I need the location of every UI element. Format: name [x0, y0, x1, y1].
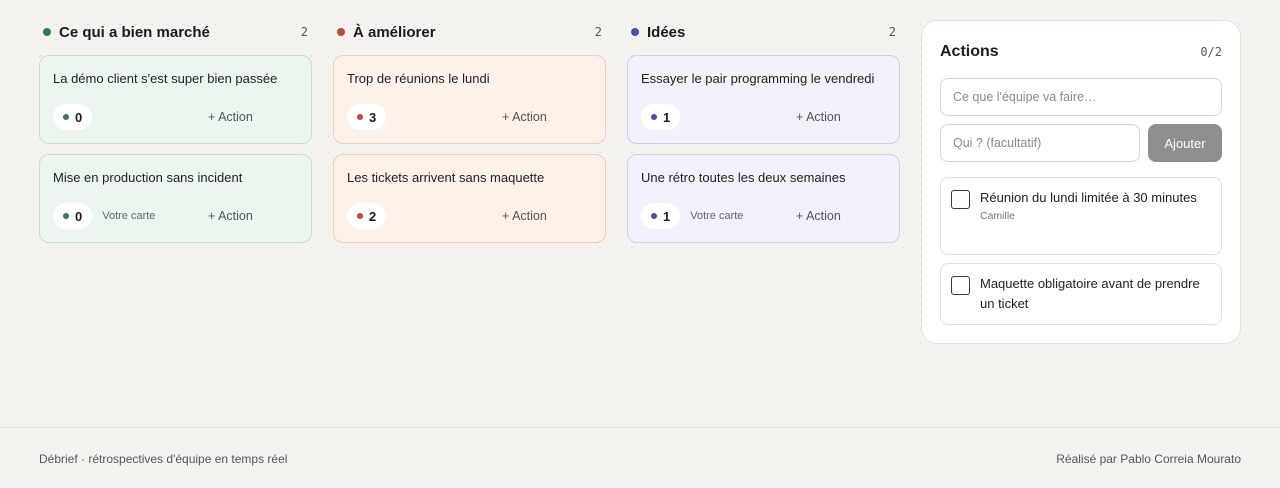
action-owner: Camille — [980, 210, 1016, 222]
add-action-button[interactable]: + Action — [796, 209, 841, 223]
vote-dot-icon — [651, 213, 657, 219]
vote-button[interactable]: 1 — [641, 104, 681, 130]
actions-title: Actions — [940, 43, 999, 60]
action-text: Maquette obligatoire avant de prendre un… — [980, 276, 1200, 311]
action-checkbox[interactable] — [951, 190, 970, 209]
vote-dot-icon — [651, 114, 657, 120]
action-item: Réunion du lundi limitée à 30 minutes Ca… — [940, 177, 1222, 255]
action-item: Maquette obligatoire avant de prendre un… — [940, 263, 1222, 325]
vote-dot-icon — [357, 213, 363, 219]
add-action-submit-button[interactable]: Ajouter — [1148, 124, 1222, 162]
vote-count: 2 — [369, 208, 377, 224]
column-count: 2 — [594, 25, 602, 39]
add-action-button[interactable]: + Action — [208, 209, 253, 223]
vote-dot-icon — [63, 114, 69, 120]
add-action-button[interactable]: + Action — [208, 110, 253, 124]
card-text: Trop de réunions le lundi — [347, 71, 490, 86]
vote-button[interactable]: 0 — [53, 203, 93, 229]
actions-panel: Actions 0/2 Ajouter Réunion du lundi lim… — [921, 20, 1241, 344]
vote-count: 1 — [663, 208, 671, 224]
card-text: Une rétro toutes les deux semaines — [641, 170, 846, 185]
column-title: À améliorer — [353, 23, 436, 41]
retro-card[interactable]: Essayer le pair programming le vendredi … — [627, 55, 900, 144]
vote-button[interactable]: 3 — [347, 104, 387, 130]
add-action-button[interactable]: + Action — [502, 209, 547, 223]
retro-card[interactable]: La démo client s'est super bien passée 0… — [39, 55, 312, 144]
column-ideas: Idées 2 Essayer le pair programming le v… — [627, 20, 900, 253]
column-went-well: Ce qui a bien marché 2 La démo client s'… — [39, 20, 312, 253]
column-header: Idées 2 — [627, 20, 900, 44]
blue-dot-icon — [631, 28, 639, 36]
column-title: Ce qui a bien marché — [59, 23, 210, 41]
vote-button[interactable]: 0 — [53, 104, 93, 130]
vote-dot-icon — [357, 114, 363, 120]
retro-card[interactable]: Une rétro toutes les deux semaines 1 Vot… — [627, 154, 900, 243]
card-text: Mise en production sans incident — [53, 170, 243, 185]
footer: Débrief · rétrospectives d'équipe en tem… — [0, 427, 1280, 488]
red-dot-icon — [337, 28, 345, 36]
own-card-label: Votre carte — [102, 210, 156, 222]
vote-dot-icon — [63, 213, 69, 219]
retro-card[interactable]: Trop de réunions le lundi 3 + Action — [333, 55, 606, 144]
column-header: Ce qui a bien marché 2 — [39, 20, 312, 44]
footer-tagline: Débrief · rétrospectives d'équipe en tem… — [39, 452, 288, 466]
vote-count: 0 — [75, 208, 83, 224]
vote-button[interactable]: 1 — [641, 203, 681, 229]
column-title: Idées — [647, 23, 686, 41]
green-dot-icon — [43, 28, 51, 36]
retro-card[interactable]: Les tickets arrivent sans maquette 2 + A… — [333, 154, 606, 243]
add-action-button[interactable]: + Action — [796, 110, 841, 124]
column-header: À améliorer 2 — [333, 20, 606, 44]
action-checkbox[interactable] — [951, 276, 970, 295]
actions-count: 0/2 — [1200, 45, 1222, 59]
card-text: La démo client s'est super bien passée — [53, 71, 278, 86]
card-text: Essayer le pair programming le vendredi — [641, 71, 875, 86]
column-count: 2 — [300, 25, 308, 39]
action-who-input[interactable] — [940, 124, 1140, 162]
action-text: Réunion du lundi limitée à 30 minutes — [980, 190, 1197, 205]
vote-button[interactable]: 2 — [347, 203, 387, 229]
retro-board: Ce qui a bien marché 2 La démo client s'… — [39, 20, 900, 253]
column-to-improve: À améliorer 2 Trop de réunions le lundi … — [333, 20, 606, 253]
vote-count: 1 — [663, 109, 671, 125]
action-what-input[interactable] — [940, 78, 1222, 116]
add-action-button[interactable]: + Action — [502, 110, 547, 124]
retro-card[interactable]: Mise en production sans incident 0 Votre… — [39, 154, 312, 243]
footer-credit: Réalisé par Pablo Correia Mourato — [1056, 452, 1241, 466]
column-count: 2 — [888, 25, 896, 39]
own-card-label: Votre carte — [690, 210, 744, 222]
vote-count: 0 — [75, 109, 83, 125]
vote-count: 3 — [369, 109, 377, 125]
card-text: Les tickets arrivent sans maquette — [347, 170, 545, 185]
